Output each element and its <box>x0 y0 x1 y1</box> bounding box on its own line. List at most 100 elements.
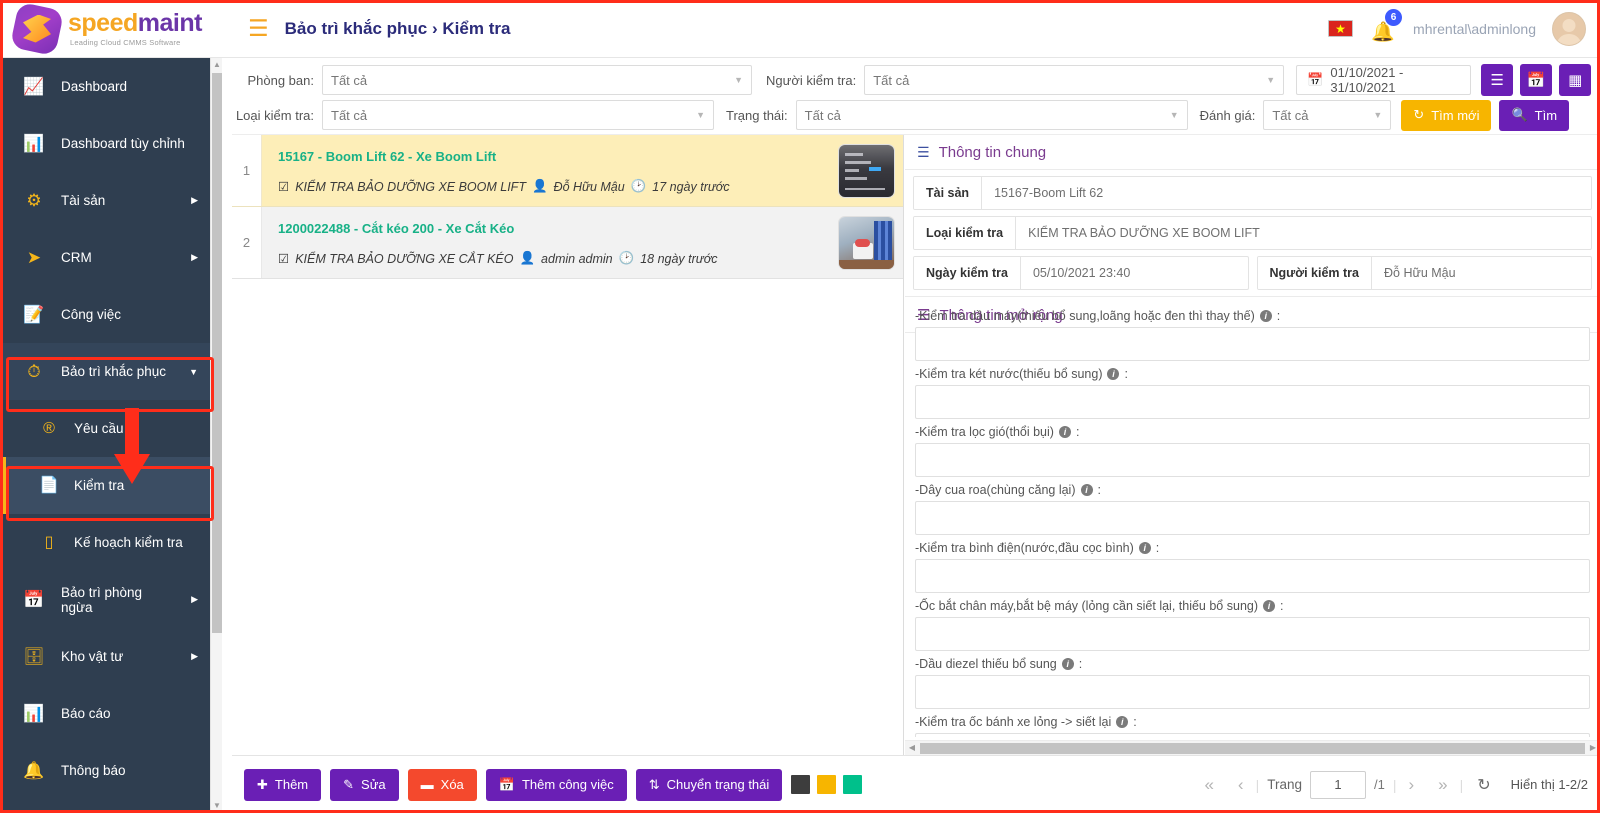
refresh-icon[interactable]: ↻ <box>1463 775 1504 795</box>
rating-filter-select[interactable]: Tất cả ▼ <box>1263 100 1392 130</box>
date-range-picker[interactable]: 📅 01/10/2021 - 31/10/2021 <box>1296 65 1472 95</box>
sidebar-item-custom-dashboard[interactable]: 📊 Dashboard tùy chỉnh <box>0 115 222 172</box>
sidebar-item-corrective-maintenance[interactable]: ⏱ Bảo trì khắc phục ▼ <box>0 343 222 400</box>
legend-swatch-green <box>843 775 863 794</box>
app-logo[interactable]: speedmaint Leading Cloud CMMS Software <box>0 0 222 58</box>
sidebar-item-label: Dashboard tùy chỉnh <box>61 136 185 151</box>
row-title[interactable]: 1200022488 - Cắt kéo 200 - Xe Cắt Kéo <box>278 221 891 236</box>
row-index: 2 <box>232 207 262 278</box>
sidebar-item-assets[interactable]: ⚙ Tài sản ▶ <box>0 172 222 229</box>
extended-field-input[interactable] <box>915 327 1590 361</box>
table-row[interactable]: 2 1200022488 - Cắt kéo 200 - Xe Cắt Kéo … <box>232 207 903 279</box>
info-icon[interactable]: i <box>1138 542 1151 554</box>
field-label: Tài sản <box>914 177 983 209</box>
list-view-icon[interactable]: ☰ <box>1481 64 1514 96</box>
sidebar-item-inspection[interactable]: 📄 Kiểm tra <box>0 457 222 514</box>
chevron-right-icon: ▶ <box>191 252 198 262</box>
sidebar-item-report[interactable]: 📊 Báo cáo <box>0 685 222 742</box>
detail-horizontal-scrollbar[interactable]: ◀ ▶ <box>905 740 1600 755</box>
extended-field: -Kiểm tra ốc bánh xe lỏng -> siết lại i: <box>915 715 1590 737</box>
row-thumbnail[interactable] <box>838 216 895 270</box>
last-page-icon[interactable]: » <box>1426 775 1459 795</box>
info-icon[interactable]: i <box>1107 368 1120 380</box>
calendar-view-icon[interactable]: 📅 <box>1520 64 1553 96</box>
sidebar-item-request[interactable]: ® Yêu cầu <box>0 400 222 457</box>
add-button-label: Thêm <box>274 777 309 792</box>
department-filter-select[interactable]: Tất cả ▼ <box>322 65 752 95</box>
scroll-left-icon[interactable]: ◀ <box>905 741 919 755</box>
scrollbar-thumb[interactable] <box>212 73 222 633</box>
board-view-icon[interactable]: ▦ <box>1559 64 1592 96</box>
breadcrumb-parent[interactable]: Bảo trì khắc phục <box>285 19 428 38</box>
inspection-type-filter-value: Tất cả <box>331 107 368 123</box>
inspection-icon: 📄 <box>39 476 59 494</box>
vietnam-flag-icon[interactable] <box>1328 20 1354 37</box>
chevron-down-icon: ▼ <box>1266 75 1276 85</box>
sidebar-item-dashboard[interactable]: 📈 Dashboard <box>0 58 222 115</box>
change-status-button[interactable]: ⇅ Chuyển trạng thái <box>635 768 783 801</box>
scroll-right-icon[interactable]: ▶ <box>1586 741 1600 755</box>
general-info-title: Thông tin chung <box>938 144 1047 161</box>
table-row[interactable]: 1 15167 - Boom Lift 62 - Xe Boom Lift ☑ … <box>232 135 903 207</box>
add-button[interactable]: ✚ Thêm <box>244 768 322 801</box>
page-number-input[interactable] <box>1310 770 1366 799</box>
row-title[interactable]: 15167 - Boom Lift 62 - Xe Boom Lift <box>278 149 891 164</box>
sidebar-item-crm[interactable]: ➤ CRM ▶ <box>0 229 222 286</box>
sidebar-subitem-label: Kế hoạch kiểm tra <box>74 535 183 550</box>
sidebar-item-tasks[interactable]: 📝 Công việc <box>0 286 222 343</box>
next-page-icon[interactable]: › <box>1396 775 1426 795</box>
date-range-value: 01/10/2021 - 31/10/2021 <box>1330 65 1404 95</box>
extended-field: -Kiểm tra dầu máy(thiếu bổ sung,loãng ho… <box>915 309 1590 361</box>
prev-page-icon[interactable]: ‹ <box>1226 775 1256 795</box>
total-pages-label: /1 <box>1374 777 1385 792</box>
inspector-filter-select[interactable]: Tất cả ▼ <box>864 65 1285 95</box>
extended-field-input[interactable] <box>915 733 1590 737</box>
avatar[interactable] <box>1552 11 1586 46</box>
inspection-type-filter-select[interactable]: Tất cả ▼ <box>322 100 714 130</box>
row-thumbnail[interactable] <box>838 144 895 198</box>
search-button[interactable]: 🔍 Tìm <box>1499 99 1570 131</box>
first-page-icon[interactable]: « <box>1192 775 1225 795</box>
extended-field-input[interactable] <box>915 675 1590 709</box>
extended-field-input[interactable] <box>915 501 1590 535</box>
add-task-button[interactable]: 📅 Thêm công việc <box>485 768 627 801</box>
info-icon[interactable]: i <box>1058 426 1071 438</box>
info-icon[interactable]: i <box>1116 716 1129 728</box>
refresh-search-button[interactable]: ↻ Tìm mới <box>1401 99 1492 131</box>
extended-field-input[interactable] <box>915 385 1590 419</box>
hamburger-menu-icon[interactable]: ☰ <box>248 17 269 40</box>
field-label: Loại kiểm tra <box>914 217 1017 249</box>
status-filter-label: Trạng thái: <box>726 107 788 123</box>
chevron-right-icon: ▶ <box>191 195 198 205</box>
sidebar-item-preventive-maintenance[interactable]: 📅 Bảo trì phòng ngừa ▶ <box>0 571 222 628</box>
sidebar-item-warehouse[interactable]: 🗄 Kho vật tư ▶ <box>0 628 222 685</box>
info-icon[interactable]: i <box>1080 484 1093 496</box>
sidebar-item-notification[interactable]: 🔔 Thông báo <box>0 742 222 799</box>
pagination: « ‹ | Trang /1 | › » | ↻ Hiển thị 1-2/2 <box>1192 770 1588 799</box>
extended-field-label: -Ốc bắt chân máy,bắt bệ máy (lỏng cần si… <box>915 599 1259 613</box>
legend-swatch-yellow <box>817 775 837 794</box>
info-icon[interactable]: i <box>1263 600 1276 612</box>
extended-field: -Kiểm tra bình điện(nước,đầu cọc bình) i: <box>915 541 1590 593</box>
info-icon[interactable]: i <box>1259 310 1272 322</box>
info-icon[interactable]: i <box>1061 658 1074 670</box>
extended-field-input[interactable] <box>915 559 1590 593</box>
sidebar-item-inspection-plan[interactable]: ▯ Kế hoạch kiểm tra <box>0 514 222 571</box>
notification-bell[interactable]: 🔔 6 <box>1369 8 1403 43</box>
field-asset: Tài sản 15167-Boom Lift 62 <box>913 176 1592 210</box>
scrollbar-thumb[interactable] <box>920 743 1585 754</box>
scroll-up-icon[interactable]: ▲ <box>211 58 223 72</box>
extended-field-input[interactable] <box>915 617 1590 651</box>
edit-button[interactable]: ✎ Sửa <box>330 768 399 801</box>
extended-field-input[interactable] <box>915 443 1590 477</box>
request-icon: ® <box>43 419 55 437</box>
sidebar-scrollbar[interactable]: ▲ ▼ <box>210 58 222 813</box>
rating-filter-value: Tất cả <box>1272 107 1309 123</box>
username-label[interactable]: mhrental\adminlong <box>1413 21 1536 37</box>
logo-text-speed: speed <box>68 8 138 37</box>
inspection-type-filter-label: Loại kiểm tra: <box>235 107 314 123</box>
inspector-filter-label: Người kiểm tra: <box>766 72 857 88</box>
status-filter-select[interactable]: Tất cả ▼ <box>795 100 1188 130</box>
scroll-down-icon[interactable]: ▼ <box>211 799 223 813</box>
delete-button[interactable]: ▬ Xóa <box>407 768 477 801</box>
